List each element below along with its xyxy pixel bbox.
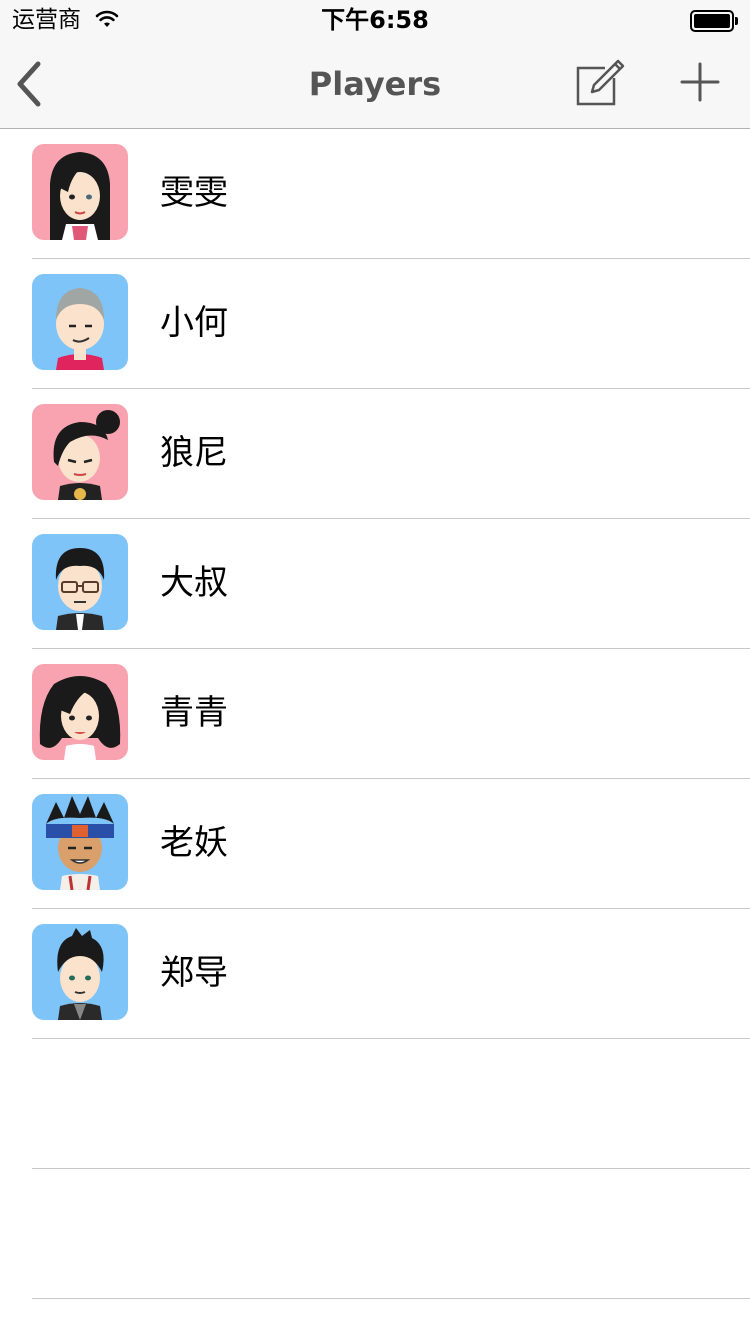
female-avatar-icon [32,664,128,760]
status-time: 下午6:58 [321,6,429,34]
male-avatar-icon [32,794,128,890]
avatar [32,924,128,1020]
empty-row [0,1169,750,1299]
player-row[interactable]: 郑导 [0,909,750,1039]
player-name: 青青 [160,693,228,733]
avatar [32,534,128,630]
player-row[interactable]: 青青 [0,649,750,779]
player-name: 雯雯 [160,173,228,213]
player-name: 狼尼 [160,433,228,473]
player-name: 老妖 [160,823,228,863]
avatar [32,664,128,760]
player-row[interactable]: 老妖 [0,779,750,909]
page-title: Players [308,65,442,103]
player-row[interactable]: 小何 [0,259,750,389]
player-name: 小何 [160,303,228,343]
players-list: 雯雯 小何 狼尼 大叔 青青 老妖 郑导 [0,129,750,1299]
player-name: 郑导 [160,953,228,993]
compose-button[interactable] [572,56,628,110]
female-avatar-icon [32,404,128,500]
player-row[interactable]: 狼尼 [0,389,750,519]
male-avatar-icon [32,924,128,1020]
row-divider [32,1298,750,1299]
male-avatar-icon [32,534,128,630]
compose-icon [576,59,625,106]
avatar [32,274,128,370]
player-row[interactable]: 雯雯 [0,129,750,259]
status-bar: 运营商 下午6:58 [0,0,750,40]
add-button[interactable] [678,60,722,104]
battery-icon [690,10,738,32]
empty-row [0,1039,750,1169]
female-avatar-icon [32,144,128,240]
navigation-bar: Players [0,40,750,129]
plus-icon [680,62,720,102]
avatar [32,794,128,890]
avatar [32,144,128,240]
player-name: 大叔 [160,563,228,603]
avatar [32,404,128,500]
male-avatar-icon [32,274,128,370]
player-row[interactable]: 大叔 [0,519,750,649]
